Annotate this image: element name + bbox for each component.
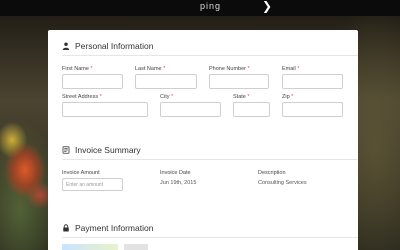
last-name-input[interactable] bbox=[135, 74, 197, 89]
divider bbox=[62, 55, 358, 56]
divider bbox=[62, 237, 358, 238]
chevron-right-icon[interactable]: ❯ bbox=[262, 0, 272, 13]
user-icon bbox=[62, 42, 70, 50]
personal-info-title: Personal Information bbox=[75, 41, 154, 51]
payment-method-card-icon[interactable] bbox=[62, 244, 118, 250]
invoice-summary-title: Invoice Summary bbox=[75, 145, 141, 155]
first-name-label: First Name * bbox=[62, 66, 93, 72]
top-nav-bar: ping ❯ bbox=[0, 0, 400, 16]
state-label: State * bbox=[233, 94, 250, 100]
invoice-date-value: Jun 19th, 2015 bbox=[160, 180, 197, 186]
invoice-icon bbox=[62, 146, 70, 154]
zip-input[interactable] bbox=[282, 102, 343, 117]
invoice-amount-label: Invoice Amount bbox=[62, 170, 100, 176]
city-input[interactable] bbox=[160, 102, 221, 117]
personal-info-header: Personal Information bbox=[62, 41, 153, 51]
first-name-input[interactable] bbox=[62, 74, 123, 89]
description-value: Consulting Services bbox=[258, 180, 307, 186]
phone-label: Phone Number * bbox=[209, 66, 250, 72]
invoice-summary-header: Invoice Summary bbox=[62, 145, 141, 155]
nav-text-fragment: ping bbox=[200, 1, 222, 11]
last-name-label: Last Name * bbox=[135, 66, 166, 72]
payment-info-title: Payment Information bbox=[75, 223, 154, 233]
payment-info-header: Payment Information bbox=[62, 223, 153, 233]
divider bbox=[62, 159, 358, 160]
description-label: Description bbox=[258, 170, 286, 176]
zip-label: Zip * bbox=[282, 94, 294, 100]
lock-icon bbox=[63, 224, 69, 232]
email-input[interactable] bbox=[282, 74, 343, 89]
phone-input[interactable] bbox=[209, 74, 269, 89]
street-input[interactable] bbox=[62, 102, 148, 117]
payment-method-check-icon[interactable] bbox=[124, 244, 148, 250]
invoice-date-label: Invoice Date bbox=[160, 170, 191, 176]
email-label: Email * bbox=[282, 66, 300, 72]
state-input[interactable] bbox=[233, 102, 270, 117]
form-card: Personal Information First Name * Last N… bbox=[48, 30, 358, 250]
street-label: Street Address * bbox=[62, 94, 102, 100]
city-label: City * bbox=[160, 94, 174, 100]
invoice-amount-input[interactable]: Enter an amount bbox=[62, 178, 123, 191]
